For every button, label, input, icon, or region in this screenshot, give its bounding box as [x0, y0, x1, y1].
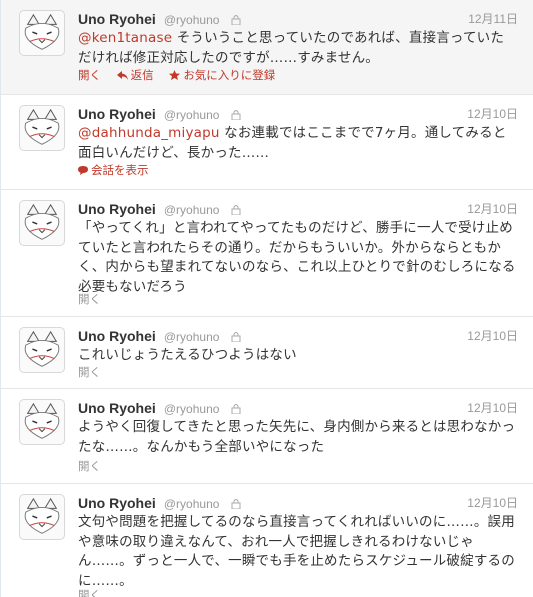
lock-icon [231, 205, 241, 215]
user-handle[interactable]: @ryohuno [164, 497, 220, 511]
tweet-item[interactable]: Uno Ryohei @ryohuno 12月10日 ようやく回復してきたと思っ… [1, 389, 533, 484]
fox-avatar-icon[interactable] [19, 494, 65, 540]
tweet-body: これいじょうたえるひつようはない [78, 347, 297, 363]
user-name[interactable]: Uno Ryohei [78, 106, 156, 122]
tweet-item[interactable]: Uno Ryohei @ryohuno 12月10日 「やってくれ」と言われてや… [1, 190, 533, 317]
tweet-actions: 開く [78, 587, 113, 597]
tweet-actions: 開く 返信 お気に入りに登録 [78, 67, 287, 83]
tweet-date[interactable]: 12月10日 [467, 399, 518, 417]
user-handle[interactable]: @ryohuno [164, 13, 220, 27]
tweet-body: 文句や問題を把握してるのなら直接言ってくれればいいのに……。誤用や意味の取り違え… [78, 514, 515, 589]
reply-label: 返信 [130, 68, 154, 82]
fox-avatar-icon[interactable] [19, 327, 65, 373]
tweet-text: @ken1tanase そういうこと思っていたのであれば、直接言っていただければ… [78, 29, 516, 68]
user-handle[interactable]: @ryohuno [164, 402, 220, 416]
tweet-text: 「やってくれ」と言われてやってたものだけど、勝手に一人で受け止めていたと言われた… [78, 219, 516, 297]
favorite-button[interactable]: お気に入りに登録 [169, 68, 275, 82]
tweet-date[interactable]: 12月10日 [467, 200, 518, 218]
open-button[interactable]: 開く [78, 459, 101, 473]
user-name[interactable]: Uno Ryohei [78, 400, 156, 416]
tweet-item[interactable]: Uno Ryohei @ryohuno 12月10日 文句や問題を把握してるのな… [1, 484, 533, 597]
fox-avatar-icon[interactable] [19, 399, 65, 445]
open-button[interactable]: 開く [78, 365, 101, 379]
tweet-body: 「やってくれ」と言われてやってたものだけど、勝手に一人で受け止めていたと言われた… [78, 220, 516, 295]
tweet-text: @dahhunda_miyapu なお連載ではここまでで7ヶ月。通してみると面白… [78, 124, 516, 163]
star-icon [169, 70, 181, 80]
tweet-text: 文句や問題を把握してるのなら直接言ってくれればいいのに……。誤用や意味の取り違え… [78, 513, 516, 591]
show-conversation-button[interactable]: 会話を表示 [78, 163, 149, 177]
user-handle[interactable]: @ryohuno [164, 330, 220, 344]
lock-icon [231, 499, 241, 509]
user-name[interactable]: Uno Ryohei [78, 495, 156, 511]
tweet-header: Uno Ryohei @ryohuno 12月10日 [78, 399, 518, 417]
tweet-header: Uno Ryohei @ryohuno 12月10日 [78, 105, 518, 123]
tweet-actions: 開く [78, 364, 113, 380]
user-handle[interactable]: @ryohuno [164, 108, 220, 122]
user-name[interactable]: Uno Ryohei [78, 11, 156, 27]
tweet-header: Uno Ryohei @ryohuno 12月10日 [78, 494, 518, 512]
tweet-date[interactable]: 12月10日 [467, 327, 518, 345]
reply-arrow-icon [116, 71, 128, 80]
tweet-body: ようやく回復してきたと思った矢先に、身内側から来るとは思わなかったな……。なんか… [78, 419, 516, 455]
tweet-actions: 会話を表示 [78, 162, 161, 178]
user-name[interactable]: Uno Ryohei [78, 201, 156, 217]
tweet-header: Uno Ryohei @ryohuno 12月10日 [78, 327, 518, 345]
tweet-text: これいじょうたえるひつようはない [78, 346, 516, 366]
fox-avatar-icon[interactable] [19, 105, 65, 151]
tweet-date[interactable]: 12月11日 [468, 10, 518, 28]
tweet-header: Uno Ryohei @ryohuno 12月10日 [78, 200, 518, 218]
open-button[interactable]: 開く [78, 68, 101, 82]
lock-icon [231, 404, 241, 414]
fox-avatar-icon[interactable] [19, 10, 65, 56]
tweet-timeline: Uno Ryohei @ryohuno 12月11日 @ken1tanase そ… [0, 0, 533, 597]
tweet-actions: 開く [78, 291, 113, 307]
lock-icon [231, 15, 241, 25]
tweet-text: ようやく回復してきたと思った矢先に、身内側から来るとは思わなかったな……。なんか… [78, 418, 516, 457]
reply-button[interactable]: 返信 [116, 68, 154, 82]
mention-link[interactable]: @dahhunda_miyapu [78, 125, 220, 141]
tweet-item[interactable]: Uno Ryohei @ryohuno 12月10日 @dahhunda_miy… [1, 95, 533, 190]
open-button[interactable]: 開く [78, 292, 101, 306]
favorite-label: お気に入りに登録 [183, 68, 276, 82]
tweet-actions: 開く [78, 458, 113, 474]
open-button[interactable]: 開く [78, 588, 101, 597]
fox-avatar-icon[interactable] [19, 200, 65, 246]
speech-bubble-icon [78, 166, 88, 175]
user-handle[interactable]: @ryohuno [164, 203, 220, 217]
conversation-label: 会話を表示 [91, 163, 149, 177]
lock-icon [231, 110, 241, 120]
tweet-date[interactable]: 12月10日 [467, 105, 518, 123]
tweet-item[interactable]: Uno Ryohei @ryohuno 12月10日 これいじょうたえるひつよう… [1, 317, 533, 389]
mention-link[interactable]: @ken1tanase [78, 30, 172, 46]
user-name[interactable]: Uno Ryohei [78, 328, 156, 344]
tweet-date[interactable]: 12月10日 [467, 494, 518, 512]
tweet-header: Uno Ryohei @ryohuno 12月11日 [78, 10, 518, 28]
tweet-item[interactable]: Uno Ryohei @ryohuno 12月11日 @ken1tanase そ… [1, 0, 533, 95]
lock-icon [231, 332, 241, 342]
